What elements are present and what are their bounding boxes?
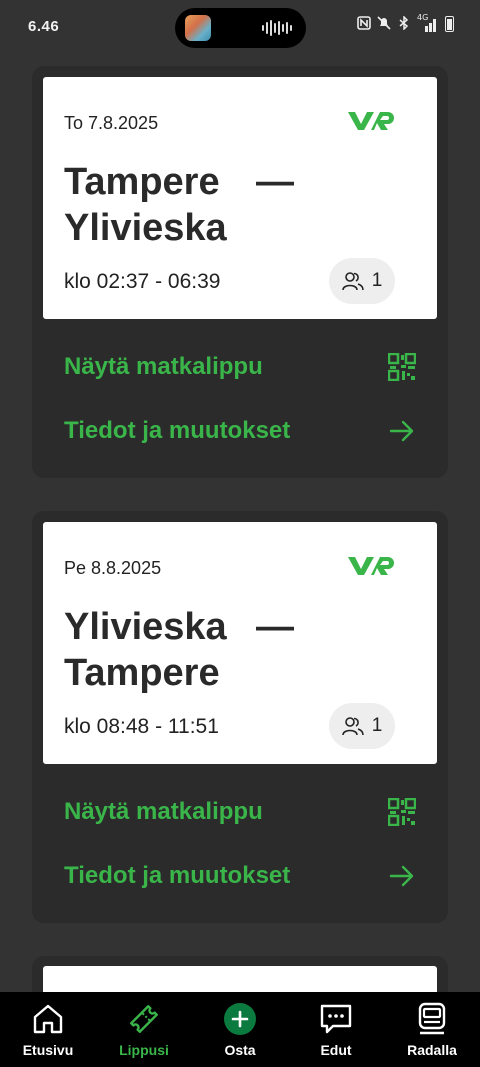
show-ticket-label: Näytä matkalippu xyxy=(64,353,263,380)
mute-icon xyxy=(377,16,391,32)
nfc-icon xyxy=(357,16,371,32)
vr-logo-icon xyxy=(348,112,394,130)
nav-benefits-label: Edut xyxy=(320,1042,352,1058)
passenger-count: 1 xyxy=(371,270,383,291)
nav-tickets-label: Lippusi xyxy=(119,1042,169,1058)
nav-home-label: Etusivu xyxy=(22,1042,74,1058)
route-to: Tampere xyxy=(64,652,220,694)
ticket-panel: Pe 8.8.2025 Ylivieska Tampere — klo 08:4… xyxy=(32,511,448,923)
show-ticket-button[interactable]: Näytä matkalippu xyxy=(64,792,416,832)
audio-wave-icon xyxy=(262,20,292,36)
passenger-count: 1 xyxy=(371,715,383,736)
ticket-card[interactable]: To 7.8.2025 Tampere Ylivieska — klo 02:3… xyxy=(43,77,437,319)
qr-code-icon xyxy=(388,798,416,826)
nav-benefits[interactable]: Edut xyxy=(288,992,384,1067)
ticket-details-button[interactable]: Tiedot ja muutokset xyxy=(64,411,416,451)
route-to: Ylivieska xyxy=(64,207,227,249)
nav-home[interactable]: Etusivu xyxy=(0,992,96,1067)
media-thumbnail-icon xyxy=(185,15,211,41)
ticket-details-label: Tiedot ja muutokset xyxy=(64,417,291,444)
ticket-date: Pe 8.8.2025 xyxy=(64,558,162,578)
passenger-count-badge: 1 xyxy=(329,258,395,304)
route-from: Tampere xyxy=(64,161,220,203)
nav-buy-label: Osta xyxy=(224,1042,256,1058)
ticket-details-button[interactable]: Tiedot ja muutokset xyxy=(64,856,416,896)
ticket-details-label: Tiedot ja muutokset xyxy=(64,862,291,889)
signal-icon: 4G xyxy=(417,13,439,32)
train-icon xyxy=(418,1002,446,1035)
ticket-icon xyxy=(130,1005,158,1033)
route-dash: — xyxy=(256,161,294,203)
departure-arrival-time: klo 02:37 - 06:39 xyxy=(64,270,221,293)
dynamic-island[interactable] xyxy=(175,8,306,48)
nav-tickets[interactable]: Lippusi xyxy=(96,992,192,1067)
arrow-right-icon xyxy=(389,865,414,887)
route-dash: — xyxy=(256,606,294,648)
ticket-date: To 7.8.2025 xyxy=(64,113,159,133)
nav-on-track[interactable]: Radalla xyxy=(384,992,480,1067)
route-from: Ylivieska xyxy=(64,606,227,648)
show-ticket-label: Näytä matkalippu xyxy=(64,798,263,825)
home-icon xyxy=(33,1004,63,1034)
nav-buy[interactable]: Osta xyxy=(192,992,288,1067)
vr-logo-icon xyxy=(348,557,394,575)
ticket-panel: To 7.8.2025 Tampere Ylivieska — klo 02:3… xyxy=(32,66,448,478)
show-ticket-button[interactable]: Näytä matkalippu xyxy=(64,347,416,387)
status-bar: 6.46 4G xyxy=(0,0,480,56)
plus-circle-icon xyxy=(224,1003,256,1035)
status-icons: 4G xyxy=(357,13,454,32)
passengers-icon xyxy=(341,272,364,291)
bottom-navigation: Etusivu Lippusi Osta Edut Radalla xyxy=(0,992,480,1067)
bluetooth-icon xyxy=(397,15,411,32)
battery-icon xyxy=(445,16,454,32)
chat-icon xyxy=(320,1004,352,1034)
network-type: 4G xyxy=(417,13,429,22)
route-title: Tampere Ylivieska — xyxy=(64,159,294,251)
status-time: 6.46 xyxy=(28,18,60,35)
qr-code-icon xyxy=(388,353,416,381)
departure-arrival-time: klo 08:48 - 11:51 xyxy=(64,715,219,738)
arrow-right-icon xyxy=(389,420,414,442)
route-title: Ylivieska Tampere — xyxy=(64,604,294,696)
nav-on-track-label: Radalla xyxy=(407,1042,457,1058)
passengers-icon xyxy=(341,717,364,736)
passenger-count-badge: 1 xyxy=(329,703,395,749)
ticket-card[interactable]: Pe 8.8.2025 Ylivieska Tampere — klo 08:4… xyxy=(43,522,437,764)
